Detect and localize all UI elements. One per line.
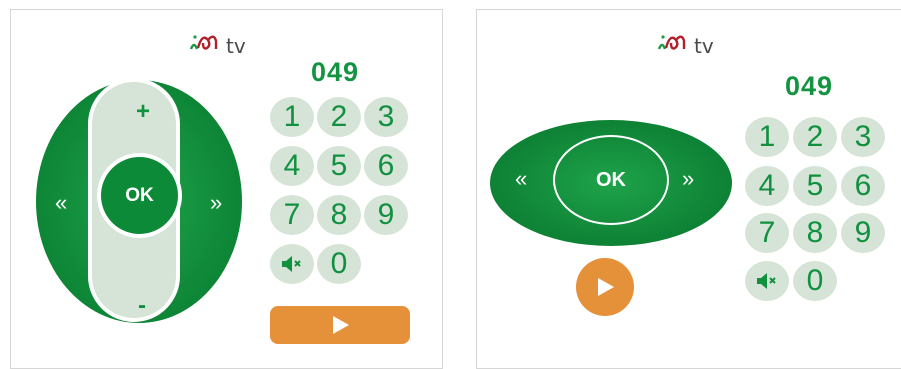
brand-label: tv [226,34,246,58]
key-3[interactable]: 3 [364,97,408,137]
channel-display: 049 [785,71,834,101]
channel-up-button[interactable]: » [210,190,222,216]
mute-icon [757,273,776,289]
key-4[interactable]: 4 [745,166,789,206]
key-7[interactable]: 7 [745,213,789,253]
key-6[interactable]: 6 [841,166,885,206]
ion-logo-icon [657,35,686,50]
play-button[interactable] [576,258,634,316]
key-8[interactable]: 8 [317,195,361,235]
ion-logo: tv [656,31,714,58]
key-9[interactable]: 9 [364,195,408,235]
channel-down-button[interactable]: « [515,166,527,192]
key-0[interactable]: 0 [317,244,361,284]
key-3[interactable]: 3 [841,117,885,157]
ion-logo: tv [188,31,246,58]
key-4[interactable]: 4 [270,146,314,186]
play-icon [333,316,349,334]
volume-up-button[interactable]: + [136,98,150,126]
ok-button[interactable]: OK [553,135,669,225]
mute-button[interactable] [270,244,314,284]
key-5[interactable]: 5 [793,166,837,206]
volume-down-button[interactable]: - [138,292,146,320]
key-6[interactable]: 6 [364,146,408,186]
key-2[interactable]: 2 [793,117,837,157]
mute-icon [282,256,301,272]
key-9[interactable]: 9 [841,213,885,253]
play-button[interactable] [270,306,410,344]
mute-button[interactable] [745,261,789,301]
key-0[interactable]: 0 [793,261,837,301]
key-1[interactable]: 1 [745,117,789,157]
key-5[interactable]: 5 [317,146,361,186]
channel-display: 049 [311,57,360,87]
key-8[interactable]: 8 [793,213,837,253]
key-2[interactable]: 2 [317,97,361,137]
ion-logo-icon [189,35,218,50]
key-7[interactable]: 7 [270,195,314,235]
key-1[interactable]: 1 [270,97,314,137]
channel-up-button[interactable]: » [682,166,694,192]
ok-button[interactable]: OK [97,153,182,238]
play-icon [598,278,614,296]
channel-down-button[interactable]: « [55,190,67,216]
brand-label: tv [694,34,714,58]
